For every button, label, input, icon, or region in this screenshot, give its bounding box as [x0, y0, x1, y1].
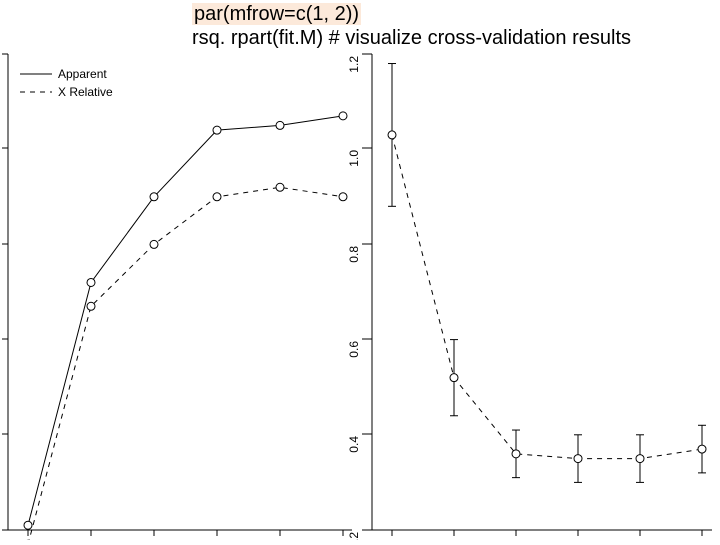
code-line-1: par(mfrow=c(1, 2))	[192, 3, 361, 25]
svg-text:1.2: 1.2	[347, 56, 361, 73]
legend-xrel-label: X Relative	[58, 85, 113, 99]
series-apparent	[24, 112, 347, 529]
svg-text:0.6: 0.6	[347, 341, 361, 358]
legend: Apparent X Relative	[14, 62, 114, 102]
series-xrel	[24, 183, 347, 540]
svg-text:0.4: 0.4	[347, 436, 361, 453]
svg-text:1.0: 1.0	[347, 150, 361, 167]
left-xticks	[28, 530, 343, 536]
chart-left: Apparent X Relative	[2, 54, 352, 540]
right-xticks	[392, 530, 702, 536]
legend-apparent-label: Apparent	[58, 67, 107, 81]
svg-text:0.2: 0.2	[347, 532, 361, 540]
series-xerror	[388, 64, 706, 483]
left-yticks	[2, 54, 8, 530]
svg-text:0.8: 0.8	[347, 246, 361, 263]
plot-panels: Apparent X Relative 0.2 0.4 0.6 0.8 1.0 …	[0, 30, 720, 540]
right-yticks: 0.2 0.4 0.6 0.8 1.0 1.2	[347, 54, 372, 540]
chart-right: 0.2 0.4 0.6 0.8 1.0 1.2	[347, 54, 712, 540]
